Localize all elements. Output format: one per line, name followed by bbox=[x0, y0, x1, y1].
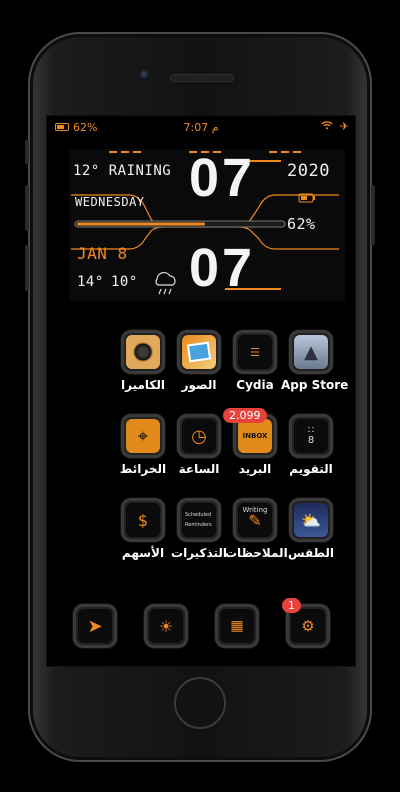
airplane-icon: ✈ bbox=[339, 120, 349, 133]
clock-hour: 07 bbox=[189, 148, 256, 208]
reminders-line-2: Reminders bbox=[185, 522, 212, 528]
app-mail[interactable]: INBOX البريد 2.099 bbox=[223, 408, 285, 476]
notes-title: Writing bbox=[242, 506, 268, 514]
reminders-line-1: Scheduled bbox=[185, 512, 212, 518]
app-notes[interactable]: Writing ✎ الملاحظات bbox=[225, 498, 288, 560]
calendar-icon: ∷ 8 bbox=[294, 419, 328, 453]
reminders-icon: Scheduled Reminders bbox=[182, 503, 216, 537]
weather-icon: ⛅ bbox=[294, 503, 328, 537]
clock-minute: 07 bbox=[189, 238, 256, 298]
app-photos[interactable]: الصور bbox=[169, 330, 229, 392]
dock-calculator[interactable]: ▦ bbox=[207, 604, 267, 648]
home-screen: 62% 7:07 م ✈ 12° RAINING 2020 WEDNESDAY … bbox=[46, 115, 356, 667]
phoenix-icon: ☀ bbox=[149, 609, 183, 643]
settings-badge: 1 bbox=[282, 598, 301, 613]
appstore-icon: ▲ bbox=[294, 335, 328, 369]
weather-condition: 12° RAINING bbox=[73, 163, 172, 179]
wifi-icon bbox=[321, 120, 337, 133]
camera-icon bbox=[126, 335, 160, 369]
temp-low: 10° bbox=[111, 274, 138, 290]
app-clock[interactable]: ◷ الساعة bbox=[169, 414, 229, 476]
cydia-icon: ☰ bbox=[238, 335, 272, 369]
telegram-icon: ➤ bbox=[78, 609, 112, 643]
mail-inbox-label: INBOX bbox=[242, 432, 268, 440]
app-weather[interactable]: ⛅ الطقس bbox=[281, 498, 341, 560]
weekday: WEDNESDAY bbox=[75, 195, 145, 209]
mail-badge: 2.099 bbox=[223, 408, 267, 423]
stocks-icon: $ bbox=[126, 503, 160, 537]
dock-telegram[interactable]: ➤ bbox=[65, 604, 125, 648]
mute-switch bbox=[25, 140, 29, 164]
calculator-icon: ▦ bbox=[220, 609, 254, 643]
dock-phoenix[interactable]: ☀ bbox=[136, 604, 196, 648]
dock: ➤ ☀ ▦ ⚙ 1 bbox=[47, 590, 355, 666]
mail-icon: INBOX bbox=[238, 419, 272, 453]
status-bar: 62% 7:07 م ✈ bbox=[47, 120, 355, 136]
maps-icon: ⌖ bbox=[126, 419, 160, 453]
clock-icon: ◷ bbox=[182, 419, 216, 453]
date: JAN 8 bbox=[77, 244, 128, 263]
earpiece-speaker bbox=[170, 74, 234, 82]
temp-high: 14° bbox=[77, 274, 104, 290]
app-maps[interactable]: ⌖ الخرائط bbox=[113, 414, 173, 476]
app-stocks[interactable]: $ الأسهم bbox=[113, 498, 173, 560]
app-cydia[interactable]: ☰ Cydia bbox=[225, 330, 285, 392]
app-calendar[interactable]: ∷ 8 التقويم bbox=[281, 414, 341, 476]
app-appstore[interactable]: ▲ App Store bbox=[281, 330, 348, 392]
clock-weather-widget[interactable]: 12° RAINING 2020 WEDNESDAY 07 62% JAN 8 … bbox=[69, 148, 345, 301]
volume-down-button bbox=[25, 245, 29, 291]
status-time: 7:07 م bbox=[183, 121, 219, 134]
battery-level: 62% bbox=[287, 215, 316, 233]
settings-icon: ⚙ bbox=[291, 609, 325, 643]
app-reminders[interactable]: Scheduled Reminders التذكيرات bbox=[169, 498, 229, 560]
front-camera bbox=[140, 70, 150, 80]
volume-up-button bbox=[25, 185, 29, 231]
notes-icon: Writing ✎ bbox=[238, 503, 272, 537]
home-button[interactable] bbox=[174, 677, 226, 729]
dock-settings[interactable]: ⚙ 1 bbox=[278, 598, 338, 648]
year: 2020 bbox=[287, 161, 330, 181]
app-camera[interactable]: الكاميرا bbox=[113, 330, 173, 392]
power-button bbox=[371, 185, 375, 245]
photos-icon bbox=[182, 335, 216, 369]
